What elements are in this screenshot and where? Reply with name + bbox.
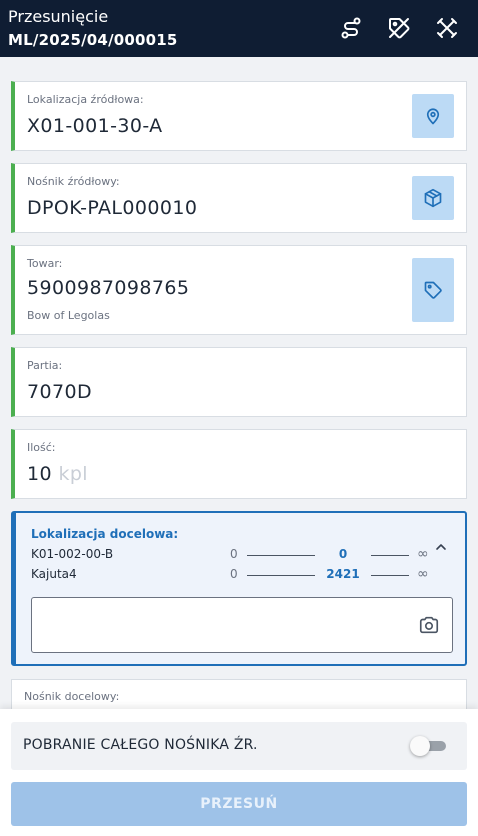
map-pin-icon <box>426 108 440 125</box>
take-whole-carrier-row: POBRANIE CAŁEGO NOŚNIKA ŹR. <box>11 722 467 770</box>
package-icon <box>424 188 442 208</box>
quantity-label: Ilość: <box>27 441 56 454</box>
app-header: Przesunięcie ML/2025/04/000015 <box>0 0 478 57</box>
range-line <box>247 555 315 556</box>
range-line <box>247 575 315 576</box>
take-whole-carrier-toggle[interactable] <box>410 736 448 756</box>
destination-row-value: 2421 <box>315 567 371 581</box>
batch-label: Partia: <box>27 359 63 372</box>
move-button[interactable]: PRZESUŃ <box>11 782 467 826</box>
destination-carrier-label: Nośnik docelowy: <box>24 690 120 703</box>
toggle-knob <box>410 736 430 756</box>
quantity-unit: kpl <box>58 463 88 485</box>
bottom-action-bar: POBRANIE CAŁEGO NOŚNIKA ŹR. PRZESUŃ <box>0 709 478 836</box>
chevron-up-icon[interactable] <box>433 539 449 559</box>
destination-row-max: ∞ <box>417 546 429 562</box>
item-label: Towar: <box>27 257 63 270</box>
destination-row[interactable]: K01-002-00-B 0 0 ∞ <box>31 546 436 563</box>
quantity-value: 10 <box>27 463 52 485</box>
source-location-value: X01-001-30-A <box>27 115 163 137</box>
destination-location-input[interactable] <box>31 597 453 653</box>
close-cross-icon[interactable] <box>433 14 461 42</box>
page-title: Przesunięcie <box>8 7 109 26</box>
batch-value: 7070D <box>27 381 92 403</box>
source-location-label: Lokalizacja źródłowa: <box>27 93 144 106</box>
tag-icon <box>424 281 442 299</box>
destination-row-min: 0 <box>230 567 238 581</box>
tag-off-icon[interactable] <box>385 14 413 42</box>
item-ean-value: 5900987098765 <box>27 277 190 299</box>
source-carrier-value: DPOK-PAL000010 <box>27 197 198 219</box>
destination-row-max: ∞ <box>417 566 429 582</box>
item-field: Towar: 5900987098765 Bow of Legolas <box>11 245 467 335</box>
take-whole-carrier-label: POBRANIE CAŁEGO NOŚNIKA ŹR. <box>23 737 258 753</box>
source-location-field: Lokalizacja źródłowa: X01-001-30-A <box>11 81 467 151</box>
batch-field: Partia: 7070D <box>11 347 467 417</box>
source-carrier-button[interactable] <box>412 176 454 220</box>
route-icon[interactable] <box>337 14 365 42</box>
destination-row-name: K01-002-00-B <box>31 547 114 561</box>
item-description: Bow of Legolas <box>27 309 110 322</box>
source-carrier-field: Nośnik źródłowy: DPOK-PAL000010 <box>11 163 467 233</box>
source-carrier-label: Nośnik źródłowy: <box>27 175 120 188</box>
document-number: ML/2025/04/000015 <box>8 31 178 49</box>
destination-row-name: Kajuta4 <box>31 567 77 581</box>
destination-row-min: 0 <box>230 547 238 561</box>
destination-row[interactable]: Kajuta4 0 2421 ∞ <box>31 566 436 583</box>
destination-location-label: Lokalizacja docelowa: <box>31 527 179 541</box>
destination-row-value: 0 <box>315 547 371 561</box>
source-location-button[interactable] <box>412 94 454 138</box>
destination-location-panel: Lokalizacja docelowa: K01-002-00-B 0 0 ∞… <box>11 511 467 666</box>
camera-icon[interactable] <box>418 614 440 640</box>
quantity-value-line[interactable]: 10 kpl <box>27 463 88 485</box>
item-button[interactable] <box>412 258 454 322</box>
quantity-field: Ilość: 10 kpl <box>11 429 467 499</box>
